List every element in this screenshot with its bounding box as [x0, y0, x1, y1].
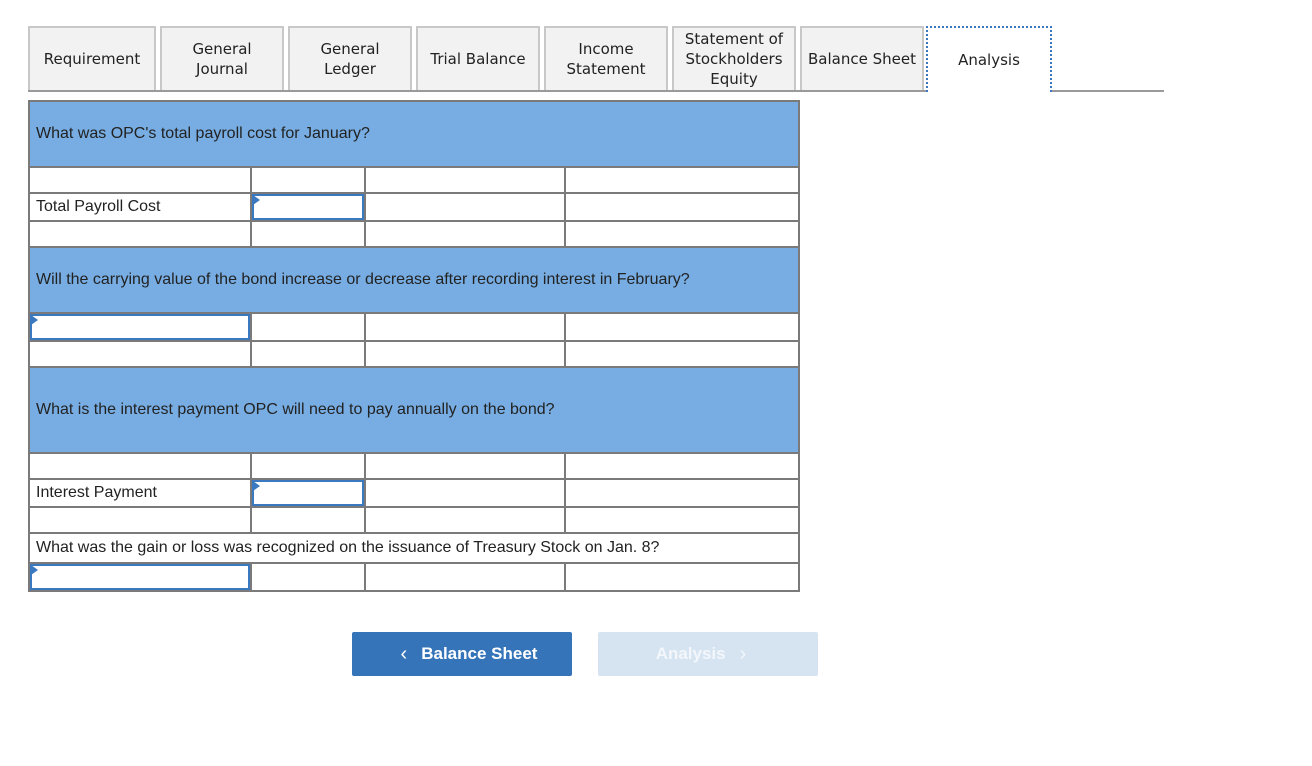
- spacer-row: [28, 340, 801, 368]
- tab-label: General Journal: [192, 40, 252, 78]
- previous-button-label: Balance Sheet: [421, 644, 538, 663]
- tab-statement-of-stockholders-equity[interactable]: Statement of Stockholders Equity: [672, 26, 796, 90]
- interest-payment-label: Interest Payment: [28, 478, 252, 508]
- tab-label: Analysis: [958, 51, 1020, 69]
- spacer-row: [28, 166, 801, 194]
- next-button-label: Analysis: [655, 644, 726, 663]
- question-row: Will the carrying value of the bond incr…: [27, 246, 801, 314]
- input-marker-icon: [253, 195, 260, 205]
- tab-label: Trial Balance: [430, 50, 526, 68]
- question-interest-payment: What is the interest payment OPC will ne…: [27, 366, 801, 454]
- bond-carrying-value-input[interactable]: [30, 314, 250, 340]
- answer-row: Interest Payment: [28, 478, 801, 508]
- question-payroll-cost: What was OPC's total payroll cost for Ja…: [27, 100, 801, 168]
- tab-label: Income Statement: [566, 40, 646, 78]
- interest-payment-input[interactable]: [252, 480, 364, 506]
- tab-trial-balance[interactable]: Trial Balance: [416, 26, 540, 90]
- spacer-row: [28, 452, 801, 480]
- tab-income-statement[interactable]: Income Statement: [544, 26, 668, 90]
- total-payroll-cost-input[interactable]: [252, 194, 364, 220]
- question-row: What is the interest payment OPC will ne…: [27, 366, 801, 454]
- answer-row: [28, 312, 801, 342]
- tab-analysis[interactable]: Analysis: [926, 26, 1052, 92]
- tab-general-ledger[interactable]: General Ledger: [288, 26, 412, 90]
- question-row: What was the gain or loss was recognized…: [27, 532, 801, 564]
- total-payroll-cost-label: Total Payroll Cost: [28, 192, 252, 222]
- tab-label: Requirement: [43, 50, 141, 68]
- tab-balance-sheet[interactable]: Balance Sheet: [800, 26, 924, 90]
- question-bond-carrying-value: Will the carrying value of the bond incr…: [27, 246, 801, 314]
- spacer-row: [28, 220, 801, 248]
- previous-balance-sheet-button[interactable]: ‹ Balance Sheet: [352, 632, 572, 676]
- tab-general-journal[interactable]: General Journal: [160, 26, 284, 90]
- input-marker-icon: [31, 565, 38, 575]
- tab-requirement[interactable]: Requirement: [28, 26, 156, 90]
- answer-row: Total Payroll Cost: [28, 192, 801, 222]
- chevron-right-icon: ›: [739, 642, 747, 665]
- next-analysis-button[interactable]: Analysis ›: [598, 632, 818, 676]
- spacer-row: [28, 506, 801, 534]
- input-marker-icon: [253, 481, 260, 491]
- question-treasury-stock-gain-loss: What was the gain or loss was recognized…: [27, 532, 801, 564]
- input-marker-icon: [31, 315, 38, 325]
- chevron-left-icon: ‹: [400, 642, 408, 665]
- question-row: What was OPC's total payroll cost for Ja…: [27, 100, 801, 168]
- treasury-stock-gain-loss-input[interactable]: [30, 564, 250, 590]
- tab-label: Balance Sheet: [808, 50, 916, 68]
- tab-label: General Ledger: [320, 40, 380, 78]
- answer-row: [28, 562, 801, 592]
- tab-label: Statement of Stockholders Equity: [684, 30, 784, 88]
- analysis-table: What was OPC's total payroll cost for Ja…: [27, 100, 801, 592]
